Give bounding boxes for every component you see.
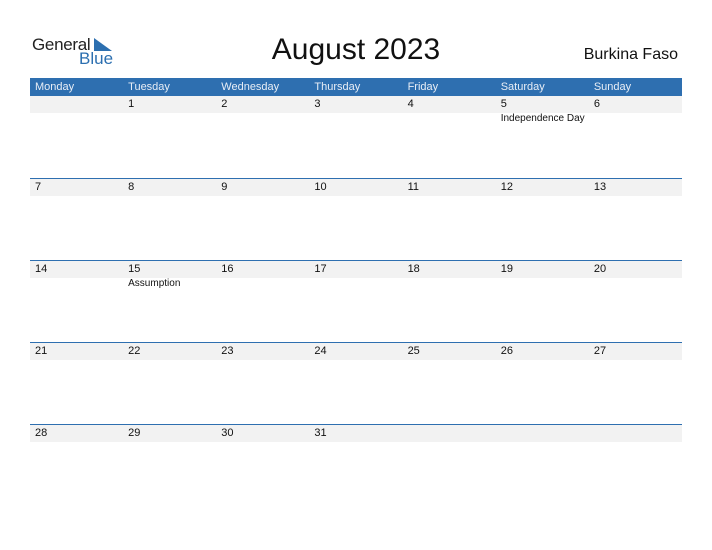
week-row: 7 8 9 10 11 12 13: [30, 178, 682, 260]
day-cell: 24: [309, 343, 402, 360]
week-row: 14 15 Assumption 16 17 18 19 20: [30, 260, 682, 342]
day-number: 1: [128, 98, 135, 110]
day-number: 10: [314, 181, 327, 193]
day-cell: 3: [309, 96, 402, 113]
day-number: 20: [593, 263, 607, 275]
day-cell: [589, 425, 682, 442]
day-number: 9: [221, 181, 228, 193]
day-number: 24: [314, 345, 327, 357]
day-cell: 2: [216, 96, 309, 113]
day-number: 28: [35, 427, 48, 439]
day-cell: [30, 96, 123, 113]
week-row: 28 29 30 31: [30, 424, 682, 506]
day-number: 17: [314, 263, 327, 275]
date-strip: 1 2 3 4 5 Independence Day 6: [30, 96, 682, 124]
weekday-thursday: Thursday: [314, 81, 361, 93]
day-cell: 7: [30, 179, 123, 196]
date-strip: 14 15 Assumption 16 17 18 19 20: [30, 261, 682, 289]
day-number: 31: [314, 427, 327, 439]
weekday-monday: Monday: [35, 81, 75, 93]
day-number: 18: [407, 263, 420, 275]
day-cell: 10: [309, 179, 402, 196]
day-cell: 31: [309, 425, 402, 442]
day-cell: 17: [309, 261, 402, 278]
calendar-grid: Monday Tuesday Wednesday Thursday Friday…: [30, 78, 682, 506]
day-cell: 20: [589, 261, 682, 278]
day-number: 19: [500, 263, 513, 275]
day-cell: 6: [589, 96, 682, 113]
weekday-saturday: Saturday: [500, 81, 545, 93]
day-number: 5: [500, 98, 507, 110]
day-number: 22: [128, 345, 141, 357]
day-cell: 4: [403, 96, 496, 113]
weekday-friday: Friday: [407, 81, 439, 93]
day-number: 21: [35, 345, 48, 357]
day-number: 27: [593, 345, 607, 357]
day-cell: 1: [123, 96, 216, 113]
day-cell: 23: [216, 343, 309, 360]
day-cell: 18: [403, 261, 496, 278]
day-cell: 25: [403, 343, 496, 360]
day-cell: 26: [496, 343, 589, 360]
day-cell: 5 Independence Day: [496, 96, 589, 124]
day-cell: [496, 425, 589, 442]
day-number: 29: [128, 427, 141, 439]
day-cell: 15 Assumption: [123, 261, 216, 289]
day-number: 4: [407, 98, 414, 110]
day-cell: 9: [216, 179, 309, 196]
country-label: Burkina Faso: [583, 46, 678, 63]
day-number: 30: [221, 427, 234, 439]
day-cell: 21: [30, 343, 123, 360]
day-number: 25: [407, 345, 420, 357]
day-number: 6: [593, 98, 600, 110]
day-cell: 16: [216, 261, 309, 278]
day-cell: [403, 425, 496, 442]
day-cell: 13: [589, 179, 682, 196]
day-number: 3: [314, 98, 321, 110]
date-strip: 21 22 23 24 25 26 27: [30, 343, 682, 360]
weekday-header: Monday Tuesday Wednesday Thursday Friday…: [30, 78, 682, 96]
holiday-label: Assumption: [128, 278, 181, 289]
week-row: 1 2 3 4 5 Independence Day 6: [30, 96, 682, 178]
day-number: 12: [500, 181, 513, 193]
week-row: 21 22 23 24 25 26 27: [30, 342, 682, 424]
day-number: 13: [593, 181, 607, 193]
day-number: 14: [35, 263, 48, 275]
holiday-label: Independence Day: [500, 113, 585, 124]
day-number: 11: [407, 181, 419, 193]
day-cell: 8: [123, 179, 216, 196]
day-cell: 14: [30, 261, 123, 278]
day-cell: 19: [496, 261, 589, 278]
day-number: 15: [128, 263, 141, 275]
day-cell: 29: [123, 425, 216, 442]
day-number: 7: [35, 181, 42, 193]
day-number: 16: [221, 263, 234, 275]
day-number: 8: [128, 181, 135, 193]
day-number: 23: [221, 345, 234, 357]
weekday-wednesday: Wednesday: [221, 81, 280, 93]
day-cell: 12: [496, 179, 589, 196]
day-cell: 30: [216, 425, 309, 442]
day-number: 2: [221, 98, 228, 110]
weekday-sunday: Sunday: [593, 81, 632, 93]
date-strip: 28 29 30 31: [30, 425, 682, 442]
day-number: 26: [500, 345, 513, 357]
weekday-tuesday: Tuesday: [128, 81, 170, 93]
day-cell: 22: [123, 343, 216, 360]
day-cell: 11: [403, 179, 496, 196]
day-cell: 27: [589, 343, 682, 360]
day-cell: 28: [30, 425, 123, 442]
date-strip: 7 8 9 10 11 12 13: [30, 179, 682, 196]
